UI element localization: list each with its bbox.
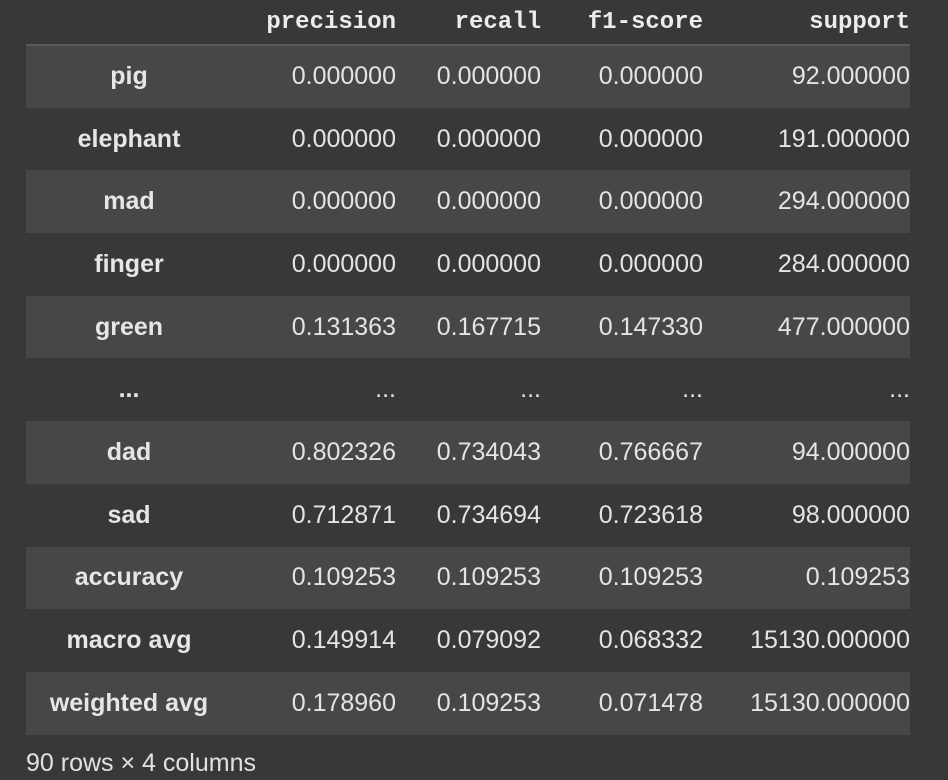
cell-support: 15130.000000 bbox=[750, 688, 910, 717]
cell-f1-score: 0.109253 bbox=[598, 563, 703, 592]
cell-support: 98.000000 bbox=[791, 500, 910, 529]
table-row: pig 0.000000 0.000000 0.000000 92.000000 bbox=[26, 45, 910, 108]
row-label: sad bbox=[107, 500, 151, 529]
cell-recall: 0.000000 bbox=[436, 62, 541, 91]
row-label: finger bbox=[94, 249, 164, 278]
cell-support: 191.000000 bbox=[777, 124, 910, 153]
table-row: green 0.131363 0.167715 0.147330 477.000… bbox=[26, 295, 910, 359]
row-label: macro avg bbox=[66, 626, 192, 655]
ellipsis-row: ... ... ... ... ... bbox=[26, 358, 910, 422]
table-header: precision recall f1-score support bbox=[26, 0, 910, 46]
cell-recall: 0.734694 bbox=[436, 500, 541, 529]
cell-recall: 0.000000 bbox=[436, 187, 541, 216]
row-label: elephant bbox=[77, 124, 181, 153]
cell-f1-score: 0.766667 bbox=[598, 437, 703, 466]
cell-support: 294.000000 bbox=[777, 187, 910, 216]
cell-precision: 0.712871 bbox=[291, 500, 396, 529]
dataframe-shape-caption: 90 rows × 4 columns bbox=[26, 749, 256, 777]
row-label: pig bbox=[110, 62, 148, 91]
row-label: mad bbox=[103, 187, 155, 216]
cell-f1-score: 0.071478 bbox=[598, 688, 703, 717]
column-header-recall: recall bbox=[396, 0, 541, 46]
cell-f1-score: ... bbox=[682, 375, 703, 404]
cell-precision: 0.131363 bbox=[291, 312, 396, 341]
cell-recall: 0.109253 bbox=[436, 688, 541, 717]
cell-f1-score: 0.000000 bbox=[598, 124, 703, 153]
cell-precision: 0.149914 bbox=[291, 626, 396, 655]
cell-f1-score: 0.068332 bbox=[598, 626, 703, 655]
cell-support: ... bbox=[889, 375, 910, 404]
table-row: macro avg 0.149914 0.079092 0.068332 151… bbox=[26, 609, 910, 672]
cell-precision: 0.000000 bbox=[291, 187, 396, 216]
row-label: green bbox=[94, 312, 164, 341]
cell-precision: 0.000000 bbox=[291, 62, 396, 91]
table-row: weighted avg 0.178960 0.109253 0.071478 … bbox=[26, 671, 910, 735]
cell-precision: ... bbox=[375, 375, 396, 404]
cell-precision: 0.178960 bbox=[291, 688, 396, 717]
dataframe-table: precision recall f1-score support pig 0.… bbox=[26, 0, 910, 735]
table-body: pig 0.000000 0.000000 0.000000 92.000000… bbox=[26, 45, 910, 735]
cell-precision: 0.109253 bbox=[291, 563, 396, 592]
cell-support: 0.109253 bbox=[805, 563, 910, 592]
index-header bbox=[26, 0, 232, 46]
cell-recall: 0.734043 bbox=[436, 437, 541, 466]
cell-support: 92.000000 bbox=[791, 62, 910, 91]
cell-recall: ... bbox=[520, 375, 541, 404]
cell-support: 284.000000 bbox=[777, 249, 910, 278]
cell-precision: 0.000000 bbox=[291, 249, 396, 278]
table-row: mad 0.000000 0.000000 0.000000 294.00000… bbox=[26, 170, 910, 234]
cell-recall: 0.000000 bbox=[436, 249, 541, 278]
row-label: dad bbox=[106, 437, 152, 466]
cell-f1-score: 0.147330 bbox=[598, 312, 703, 341]
header-row: precision recall f1-score support bbox=[26, 0, 910, 46]
row-label: ... bbox=[118, 375, 140, 404]
cell-support: 477.000000 bbox=[777, 312, 910, 341]
cell-f1-score: 0.000000 bbox=[598, 62, 703, 91]
column-header-support: support bbox=[703, 0, 910, 46]
cell-support: 15130.000000 bbox=[750, 626, 910, 655]
table-row: finger 0.000000 0.000000 0.000000 284.00… bbox=[26, 233, 910, 296]
cell-precision: 0.000000 bbox=[291, 124, 396, 153]
cell-recall: 0.167715 bbox=[436, 312, 541, 341]
cell-f1-score: 0.723618 bbox=[598, 500, 703, 529]
table-row: accuracy 0.109253 0.109253 0.109253 0.10… bbox=[26, 546, 910, 610]
table-row: sad 0.712871 0.734694 0.723618 98.000000 bbox=[26, 483, 910, 547]
row-label: weighted avg bbox=[49, 688, 209, 717]
cell-recall: 0.079092 bbox=[436, 626, 541, 655]
table-row: elephant 0.000000 0.000000 0.000000 191.… bbox=[26, 107, 910, 171]
column-header-precision: precision bbox=[232, 0, 396, 46]
row-label: accuracy bbox=[74, 563, 184, 592]
column-header-f1-score: f1-score bbox=[541, 0, 703, 46]
cell-f1-score: 0.000000 bbox=[598, 187, 703, 216]
table-row: dad 0.802326 0.734043 0.766667 94.000000 bbox=[26, 421, 910, 484]
cell-precision: 0.802326 bbox=[291, 437, 396, 466]
cell-recall: 0.000000 bbox=[436, 124, 541, 153]
cell-support: 94.000000 bbox=[791, 437, 910, 466]
cell-recall: 0.109253 bbox=[436, 563, 541, 592]
cell-f1-score: 0.000000 bbox=[598, 249, 703, 278]
